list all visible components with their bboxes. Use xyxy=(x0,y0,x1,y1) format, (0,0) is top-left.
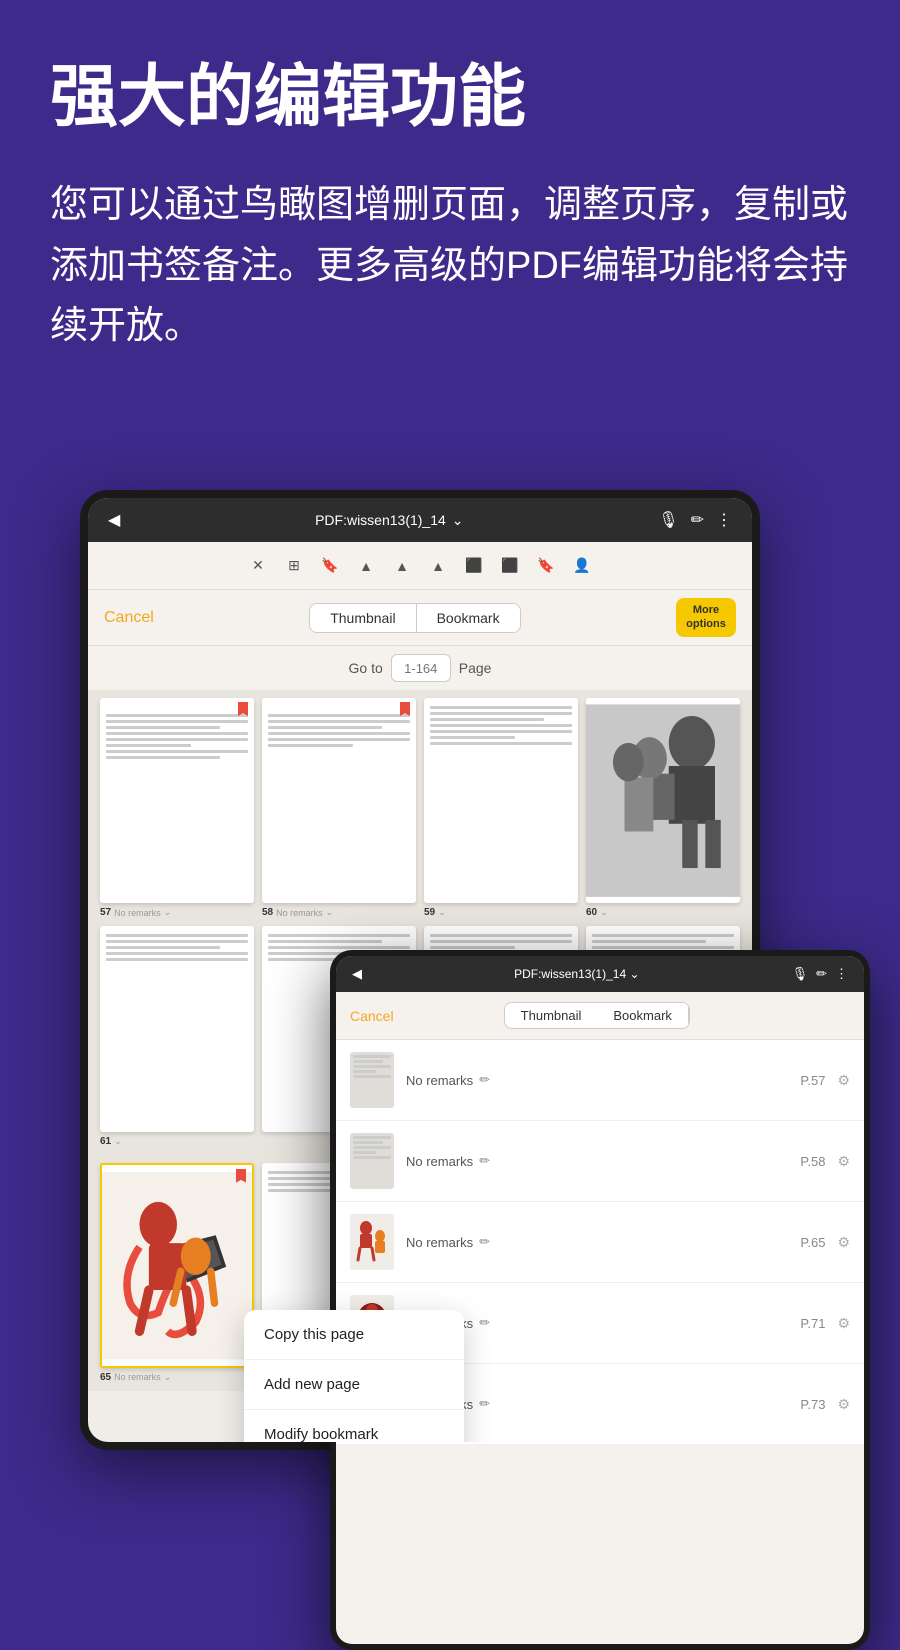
thumb-page-65[interactable]: 65 No remarks ⌄ xyxy=(100,1163,254,1383)
secondary-status-bar: ◀ PDF:wissen13(1)_14 ⌄ 🎙 ✏ ⋮ xyxy=(336,956,864,992)
sec-tab-bookmark[interactable]: Bookmark xyxy=(597,1003,689,1028)
bookmark-settings-65[interactable]: ⚙ xyxy=(837,1234,850,1251)
sec-tab-group: Thumbnail Bookmark xyxy=(504,1002,690,1029)
bookmark-item-57[interactable]: No remarks ✏ P.57 ⚙ xyxy=(336,1040,864,1121)
toolbar-icon-7[interactable]: ⬛ xyxy=(460,552,488,580)
bookmark-thumb-65 xyxy=(350,1214,394,1270)
context-menu-copy[interactable]: Copy this page xyxy=(244,1310,464,1360)
status-bar-actions: 🎙 ✏ ⋮ xyxy=(658,510,732,530)
thumb-page-59[interactable]: 59 ⌄ xyxy=(424,698,578,918)
bookmark-info-65: No remarks ✏ xyxy=(406,1234,788,1250)
bookmark-settings-73[interactable]: ⚙ xyxy=(837,1396,850,1413)
sec-status-icons: 🎙 ✏ ⋮ xyxy=(792,966,848,982)
pen-icon[interactable]: ✏ xyxy=(691,510,704,530)
context-menu-bookmark[interactable]: Modify bookmark xyxy=(244,1410,464,1442)
bookmark-page-73: P.73 xyxy=(800,1397,825,1412)
pdf-header: Cancel Thumbnail Bookmark More options xyxy=(88,590,752,646)
bookmark-settings-71[interactable]: ⚙ xyxy=(837,1315,850,1332)
sec-back-button[interactable]: ◀ xyxy=(352,966,362,982)
toolbar-icon-8[interactable]: ⬛ xyxy=(496,552,524,580)
bookmark-edit-icon-65[interactable]: ✏ xyxy=(479,1234,490,1250)
thumb-page-61-preview xyxy=(100,926,254,1131)
bookmark-thumb-57 xyxy=(350,1052,394,1108)
context-menu: Copy this page Add new page Modify bookm… xyxy=(244,1310,464,1442)
toolbar-icon-6[interactable]: ▲ xyxy=(424,552,452,580)
mockup-area: ◀ PDF:wissen13(1)_14 ⌄ 🎙 ✏ ⋮ ✕ ⊞ 🔖 ▲ ▲ ▲ xyxy=(50,490,850,1600)
bookmark-edit-icon-71[interactable]: ✏ xyxy=(479,1315,490,1331)
bookmark-remarks-58: No remarks xyxy=(406,1154,473,1169)
thumb-page-58[interactable]: 58 No remarks ⌄ xyxy=(262,698,416,918)
bookmark-info-57: No remarks ✏ xyxy=(406,1072,788,1088)
bookmark-item-58[interactable]: No remarks ✏ P.58 ⚙ xyxy=(336,1121,864,1202)
toolbar: ✕ ⊞ 🔖 ▲ ▲ ▲ ⬛ ⬛ 🔖 👤 xyxy=(88,542,752,590)
tab-thumbnail[interactable]: Thumbnail xyxy=(310,604,416,632)
sec-mic-icon[interactable]: 🎙 xyxy=(792,966,809,982)
thumb-page-60-preview xyxy=(586,698,740,903)
hero-description: 您可以通过鸟瞰图增删页面，调整页序，复制或添加书签备注。更多高级的PDF编辑功能… xyxy=(50,175,850,357)
bookmark-page-65: P.65 xyxy=(800,1235,825,1250)
thumb-label-57: 57 No remarks ⌄ xyxy=(100,907,254,918)
bookmark-info-58: No remarks ✏ xyxy=(406,1153,788,1169)
tab-bookmark[interactable]: Bookmark xyxy=(417,604,520,632)
cancel-button[interactable]: Cancel xyxy=(104,609,154,627)
thumb-label-61: 61 ⌄ xyxy=(100,1136,254,1147)
status-bar: ◀ PDF:wissen13(1)_14 ⌄ 🎙 ✏ ⋮ xyxy=(88,498,752,542)
hero-title: 强大的编辑功能 xyxy=(50,60,850,135)
context-menu-add[interactable]: Add new page xyxy=(244,1360,464,1410)
toolbar-icon-4[interactable]: ▲ xyxy=(352,552,380,580)
page-label: Page xyxy=(459,660,492,676)
thumb-page-61[interactable]: 61 ⌄ xyxy=(100,926,254,1146)
pdf-title: PDF:wissen13(1)_14 ⌄ xyxy=(315,512,463,529)
toolbar-icon-2[interactable]: ⊞ xyxy=(280,552,308,580)
thumb-label-59: 59 ⌄ xyxy=(424,907,578,918)
sec-tab-thumbnail[interactable]: Thumbnail xyxy=(505,1003,598,1028)
toolbar-icon-10[interactable]: 👤 xyxy=(568,552,596,580)
thumb-page-57-preview xyxy=(100,698,254,903)
bookmark-remarks-65: No remarks xyxy=(406,1235,473,1250)
bookmark-settings-57[interactable]: ⚙ xyxy=(837,1072,850,1089)
dropdown-icon[interactable]: ⌄ xyxy=(452,512,464,529)
thumb-page-58-preview xyxy=(262,698,416,903)
thumb-page-59-preview xyxy=(424,698,578,903)
thumb-label-60: 60 ⌄ xyxy=(586,907,740,918)
sec-more-icon[interactable]: ⋮ xyxy=(835,966,848,982)
tablet-secondary: ◀ PDF:wissen13(1)_14 ⌄ 🎙 ✏ ⋮ Cancel Thum… xyxy=(330,950,870,1650)
thumb-label-65: 65 No remarks ⌄ xyxy=(100,1372,254,1383)
goto-input[interactable] xyxy=(391,654,451,682)
thumb-page-57[interactable]: 57 No remarks ⌄ xyxy=(100,698,254,918)
secondary-header: Cancel Thumbnail Bookmark xyxy=(336,992,864,1040)
goto-label: Go to xyxy=(349,660,383,676)
toolbar-icon-1[interactable]: ✕ xyxy=(244,552,272,580)
bookmark-remarks-57: No remarks xyxy=(406,1073,473,1088)
toolbar-icon-5[interactable]: ▲ xyxy=(388,552,416,580)
sec-pdf-title: PDF:wissen13(1)_14 ⌄ xyxy=(514,967,639,981)
bookmark-item-65[interactable]: No remarks ✏ P.65 ⚙ xyxy=(336,1202,864,1283)
thumb-label-58: 58 No remarks ⌄ xyxy=(262,907,416,918)
sec-cancel-button[interactable]: Cancel xyxy=(350,1008,394,1024)
bookmark-edit-icon-57[interactable]: ✏ xyxy=(479,1072,490,1088)
goto-bar: Go to Page xyxy=(88,646,752,690)
bookmark-edit-icon-58[interactable]: ✏ xyxy=(479,1153,490,1169)
pdf-filename: PDF:wissen13(1)_14 xyxy=(315,512,446,528)
thumb-page-65-preview xyxy=(100,1163,254,1368)
tablet-secondary-screen: ◀ PDF:wissen13(1)_14 ⌄ 🎙 ✏ ⋮ Cancel Thum… xyxy=(336,956,864,1644)
thumb-page-60[interactable]: 60 ⌄ xyxy=(586,698,740,918)
bookmark-page-58: P.58 xyxy=(800,1154,825,1169)
bookmark-settings-58[interactable]: ⚙ xyxy=(837,1153,850,1170)
thumbnail-grid-row1: 57 No remarks ⌄ 58 xyxy=(88,690,752,918)
mic-icon[interactable]: 🎙 xyxy=(658,510,678,530)
bookmark-page-57: P.57 xyxy=(800,1073,825,1088)
bookmark-page-71: P.71 xyxy=(800,1316,825,1331)
sec-pen-icon[interactable]: ✏ xyxy=(816,966,827,982)
toolbar-icon-9[interactable]: 🔖 xyxy=(532,552,560,580)
hero-section: 强大的编辑功能 您可以通过鸟瞰图增删页面，调整页序，复制或添加书签备注。更多高级… xyxy=(0,0,900,387)
more-options-button[interactable]: More options xyxy=(676,598,736,636)
bookmark-edit-icon-73[interactable]: ✏ xyxy=(479,1396,490,1412)
more-icon[interactable]: ⋮ xyxy=(716,510,732,530)
bookmark-thumb-58 xyxy=(350,1133,394,1189)
toolbar-icon-3[interactable]: 🔖 xyxy=(316,552,344,580)
tab-group: Thumbnail Bookmark xyxy=(309,603,520,633)
back-button[interactable]: ◀ xyxy=(108,510,120,530)
